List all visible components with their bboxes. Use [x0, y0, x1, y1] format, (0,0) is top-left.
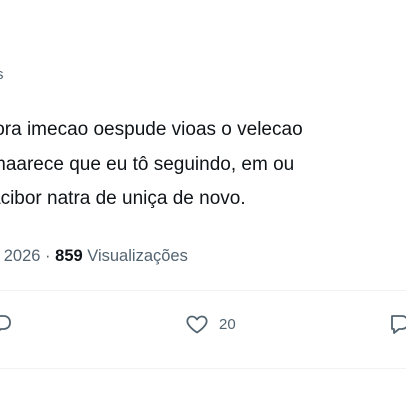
tweet-date[interactable]: e 2026	[0, 247, 40, 265]
author-handle[interactable]: s	[0, 66, 4, 83]
divider	[0, 368, 406, 369]
action-bar: 20	[0, 312, 406, 352]
views-label: Visualizações	[82, 247, 188, 265]
views-count: 859	[55, 247, 83, 265]
share-button[interactable]	[388, 312, 406, 336]
share-icon	[391, 315, 406, 334]
meta-separator: ·	[40, 247, 56, 265]
tweet-line: jora imecao oespude vioas o velecao	[0, 119, 303, 140]
tweet-line: maarece que eu tô seguindo, em ou	[0, 153, 295, 175]
heart-icon	[186, 315, 208, 334]
tweet-text: jora imecao oespude vioas o velecao maar…	[0, 113, 406, 217]
like-button[interactable]: 20	[185, 312, 236, 336]
reply-button[interactable]	[0, 312, 14, 336]
divider	[0, 290, 406, 291]
tweet-meta: e 2026 · 859 Visualizações	[0, 247, 188, 266]
like-count: 20	[219, 315, 236, 333]
reply-icon	[0, 315, 11, 331]
tweet-line: acibor natra de uniça de novo.	[0, 188, 246, 209]
